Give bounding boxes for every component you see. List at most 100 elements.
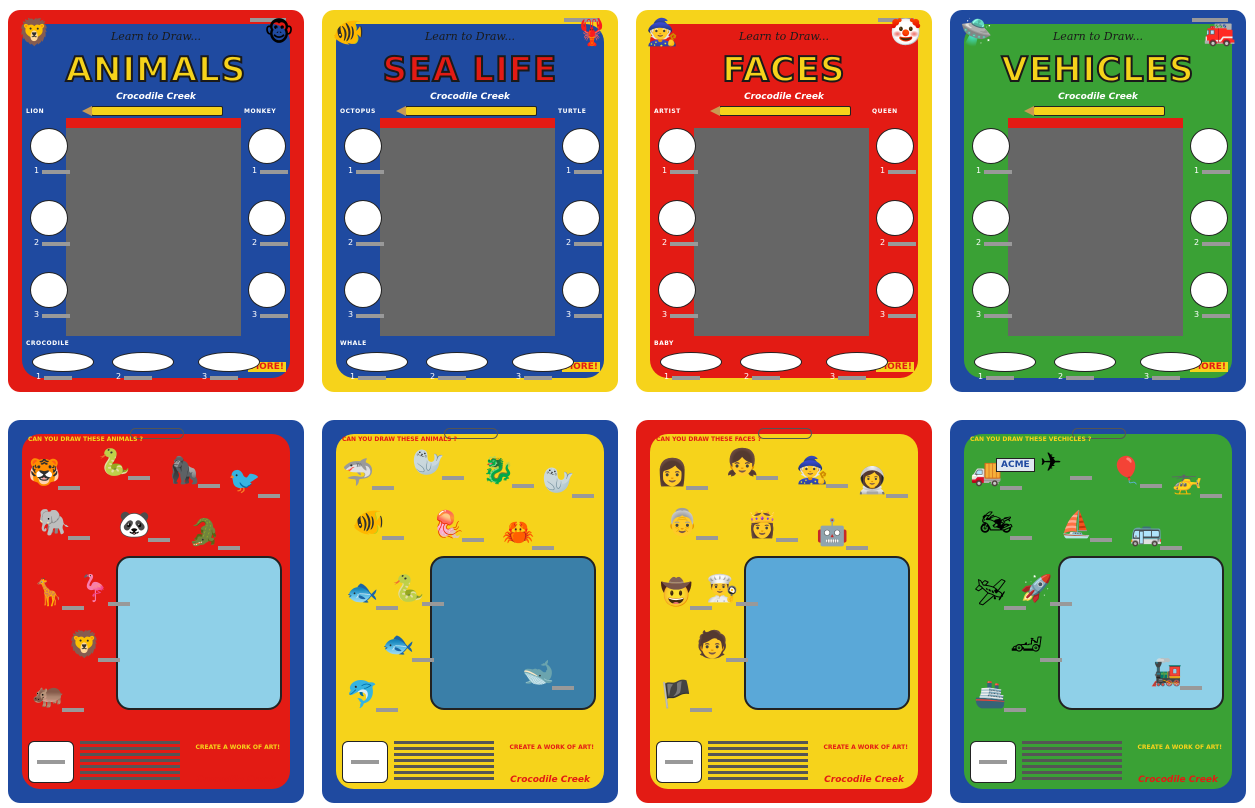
panda-icon[interactable]: 🐼: [118, 512, 150, 538]
elephant-icon[interactable]: 🐘: [38, 510, 70, 536]
product-card-3[interactable]: Learn to Draw... VEHICLES Crocodile Cree…: [950, 10, 1246, 392]
snake-icon[interactable]: 🐍: [98, 450, 130, 476]
walrus-icon[interactable]: 🦭: [542, 468, 574, 494]
step-caption-bar: [42, 242, 70, 246]
step-caption-bar: [42, 170, 70, 174]
motorcycle-icon[interactable]: 🏍: [980, 510, 1013, 536]
step-sketch: [562, 272, 600, 308]
witch-icon[interactable]: 🧙: [796, 458, 828, 484]
step-number: 1: [348, 166, 354, 175]
pencil-icon: [396, 106, 537, 116]
drawing-screen[interactable]: [1008, 118, 1183, 336]
name-caption-bar: [58, 486, 80, 490]
toucan-icon[interactable]: 🐦: [228, 468, 260, 494]
ship-icon[interactable]: 🚢: [974, 682, 1006, 708]
step-number: 1: [880, 166, 886, 175]
card-title: VEHICLES: [1001, 49, 1195, 91]
activity-card-3[interactable]: CAN YOU DRAW THESE VECHICLES ? CREATE A …: [950, 420, 1246, 803]
dolphin-icon[interactable]: 🐬: [346, 682, 378, 708]
grandma-icon[interactable]: 👵: [666, 510, 698, 536]
name-caption-bar: [68, 536, 90, 540]
flamingo-icon[interactable]: 🦩: [78, 576, 110, 602]
step-caption-bar: [358, 376, 386, 380]
pencil-icon: [710, 106, 851, 116]
product-card-0[interactable]: Learn to Draw... ANIMALS Crocodile Creek…: [8, 10, 304, 392]
cowgirl-icon[interactable]: 🤠: [660, 580, 692, 606]
step-number: 1: [252, 166, 258, 175]
step-sketch: [30, 200, 68, 236]
eel-icon[interactable]: 🐍: [392, 576, 424, 602]
step-label: LION: [26, 108, 45, 115]
step-caption-bar: [356, 170, 384, 174]
step-number: 2: [348, 238, 354, 247]
crocodile-icon[interactable]: 🐊: [188, 520, 220, 546]
product-card-1[interactable]: Learn to Draw... SEA LIFE Crocodile Cree…: [322, 10, 618, 392]
step-sketch: [344, 272, 382, 308]
drawing-screen[interactable]: [694, 118, 869, 336]
race-car-icon[interactable]: 🏎: [1010, 632, 1043, 658]
activity-card-1[interactable]: CAN YOU DRAW THESE ANIMALS ? CREATE A WO…: [322, 420, 618, 803]
stingray-icon[interactable]: 🐟: [382, 632, 414, 658]
hippo-icon[interactable]: 🦛: [32, 682, 64, 708]
crab-icon[interactable]: 🦀: [502, 520, 534, 546]
helicopter-icon[interactable]: 🚁: [1170, 468, 1202, 494]
step-sketch: [344, 128, 382, 164]
lion-icon[interactable]: 🦁: [68, 632, 100, 658]
shark-icon[interactable]: 🦈: [342, 460, 374, 486]
step-label: TURTLE: [558, 108, 587, 115]
chef-icon[interactable]: 👨‍🍳: [706, 576, 738, 602]
step-number: 1: [566, 166, 572, 175]
step-sketch: [248, 200, 286, 236]
brand-label: Crocodile Creek: [510, 775, 590, 785]
tiger-icon[interactable]: 🐯: [28, 460, 60, 486]
angelfish-icon[interactable]: 🐠: [352, 510, 384, 536]
name-caption-bar: [376, 708, 398, 712]
gorilla-icon[interactable]: 🦍: [168, 458, 200, 484]
seahorse-icon[interactable]: 🐉: [482, 458, 514, 484]
native-icon[interactable]: 🧑: [696, 632, 728, 658]
name-caption-bar: [736, 602, 758, 606]
name-caption-bar: [98, 658, 120, 662]
product-card-2[interactable]: Learn to Draw... FACES Crocodile Creek M…: [636, 10, 932, 392]
seal-icon[interactable]: 🦭: [412, 450, 444, 476]
step-number: 2: [662, 238, 668, 247]
step-caption-bar: [356, 314, 384, 318]
step-sketch: [32, 352, 94, 372]
name-caption-bar: [726, 658, 748, 662]
train-icon[interactable]: 🚂: [1150, 660, 1182, 686]
princess-icon[interactable]: 👸: [746, 512, 778, 538]
rocket-icon[interactable]: 🚀: [1020, 576, 1052, 602]
step-caption-bar: [574, 242, 602, 246]
step-number: 3: [976, 310, 982, 319]
name-caption-bar: [108, 602, 130, 606]
whale-icon[interactable]: 🐋: [522, 660, 554, 686]
jellyfish-icon[interactable]: 🪼: [432, 512, 464, 538]
barcode-stripes: [80, 741, 180, 781]
robot-icon[interactable]: 🤖: [816, 520, 848, 546]
step-sketch: [876, 272, 914, 308]
name-caption-bar: [886, 494, 908, 498]
giraffe-icon[interactable]: 🦒: [32, 580, 64, 606]
lady-icon[interactable]: 👩: [656, 460, 688, 486]
step-caption-bar: [1202, 314, 1230, 318]
airplane-icon[interactable]: 🛩: [974, 580, 1007, 606]
step-caption-bar: [524, 376, 552, 380]
drawing-screen[interactable]: [380, 118, 555, 336]
step-number: 3: [516, 372, 522, 381]
jet-icon[interactable]: ✈: [1040, 450, 1062, 476]
girl-icon[interactable]: 👧: [726, 450, 758, 476]
pirate-icon[interactable]: 🏴: [660, 682, 692, 708]
step-number: 2: [1194, 238, 1200, 247]
activity-card-2[interactable]: CAN YOU DRAW THESE FACES ? CREATE A WORK…: [636, 420, 932, 803]
truck-label: ACME: [996, 458, 1035, 472]
activity-card-0[interactable]: CAN YOU DRAW THESE ANIMALS ? CREATE A WO…: [8, 420, 304, 803]
sailboat-icon[interactable]: ⛵: [1060, 512, 1092, 538]
astronaut-icon[interactable]: 👩‍🚀: [856, 468, 888, 494]
swordfish-icon[interactable]: 🐟: [346, 580, 378, 606]
blimp-icon[interactable]: 🎈: [1110, 458, 1142, 484]
name-caption-bar: [690, 708, 712, 712]
step-sketch: [876, 200, 914, 236]
step-label: OCTOPUS: [340, 108, 376, 115]
drawing-screen[interactable]: [66, 118, 241, 336]
school-bus-icon[interactable]: 🚌: [1130, 520, 1162, 546]
